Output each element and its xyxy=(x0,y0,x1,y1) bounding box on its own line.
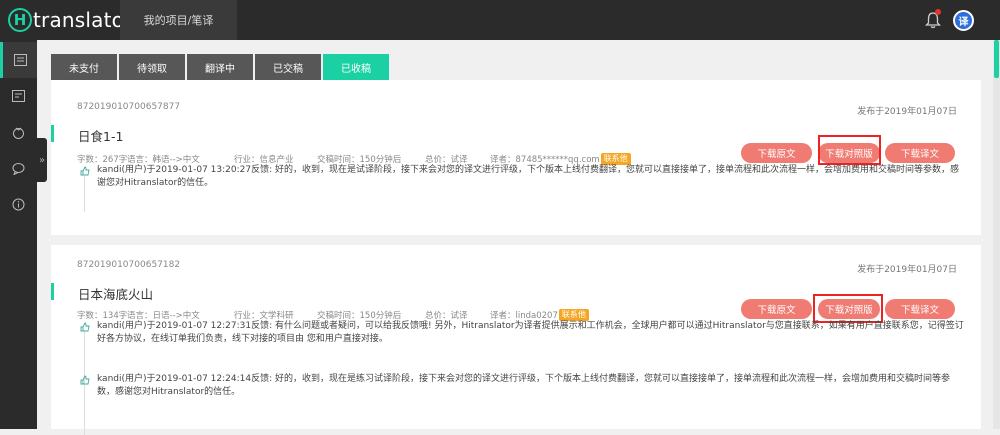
card-divider xyxy=(51,235,981,245)
scrollbar[interactable] xyxy=(993,40,1000,429)
download-source-button[interactable]: 下载原文 xyxy=(741,143,812,163)
order-list: 872019010700657877 发布于2019年01月07日 日食1-1 … xyxy=(51,80,981,435)
download-source-button[interactable]: 下载原文 xyxy=(741,299,812,319)
order-title: 日本海底火山 xyxy=(78,287,154,302)
publish-date: 发布于2019年01月07日 xyxy=(857,265,957,275)
order-number: 872019010700657182 xyxy=(77,260,181,270)
notification-dot xyxy=(935,9,941,15)
feedback-text: kandi(用户)于2019-01-07 12:27:31反馈: 有什么问题或者… xyxy=(97,321,964,344)
logo-text: translator xyxy=(33,8,133,32)
tab-received[interactable]: 已收稿 xyxy=(323,54,389,80)
wallet-icon[interactable] xyxy=(0,114,37,150)
title-accent xyxy=(51,125,54,142)
sidebar-collapse-toggle[interactable]: » xyxy=(37,138,47,182)
tab-to-claim[interactable]: 待领取 xyxy=(119,54,185,80)
feedback-text: kandi(用户)于2019-01-07 13:20:27反馈: 好的，收到，现… xyxy=(97,165,959,188)
thumbs-up-icon xyxy=(80,166,90,176)
sidebar xyxy=(0,40,37,429)
download-translation-button[interactable]: 下载译文 xyxy=(885,299,955,319)
status-tabs: 未支付 待领取 翻译中 已交稿 已收稿 xyxy=(51,54,391,80)
order-number: 872019010700657877 xyxy=(77,102,181,112)
order-icon[interactable] xyxy=(0,78,37,114)
project-icon[interactable] xyxy=(0,42,37,78)
tab-unpaid[interactable]: 未支付 xyxy=(51,54,117,80)
order-card: 872019010700657877 发布于2019年01月07日 日食1-1 … xyxy=(51,80,981,235)
order-title: 日食1-1 xyxy=(78,129,124,144)
tab-translating[interactable]: 翻译中 xyxy=(187,54,253,80)
feedback-entry: kandi(用户)于2019-01-07 13:20:27反馈: 好的，收到，现… xyxy=(75,164,967,190)
feedback-entry: kandi(用户)于2019-01-07 12:27:31反馈: 有什么问题或者… xyxy=(75,320,967,346)
feedback-entry: kandi(用户)于2019-01-07 12:24:14反馈: 好的，收到，现… xyxy=(75,373,967,399)
publish-date: 发布于2019年01月07日 xyxy=(857,107,957,117)
feedback-text: kandi(用户)于2019-01-07 12:24:14反馈: 好的，收到，现… xyxy=(97,374,950,397)
highlight-box xyxy=(813,294,883,323)
scrollbar-thumb[interactable] xyxy=(994,40,999,78)
logo[interactable]: H translator xyxy=(8,6,133,34)
tab-submitted[interactable]: 已交稿 xyxy=(255,54,321,80)
logo-mark: H xyxy=(8,8,32,32)
title-accent xyxy=(51,283,54,300)
thumbs-up-icon xyxy=(80,322,90,332)
thumbs-up-icon xyxy=(80,375,90,385)
tab-my-projects[interactable]: 我的项目/笔译 xyxy=(120,0,237,40)
highlight-box xyxy=(818,135,881,165)
avatar[interactable]: 译 xyxy=(953,10,974,31)
message-icon[interactable] xyxy=(0,150,37,186)
order-card: 872019010700657182 发布于2019年01月07日 日本海底火山… xyxy=(51,245,981,435)
info-icon[interactable] xyxy=(0,186,37,222)
download-translation-button[interactable]: 下载译文 xyxy=(885,143,955,163)
